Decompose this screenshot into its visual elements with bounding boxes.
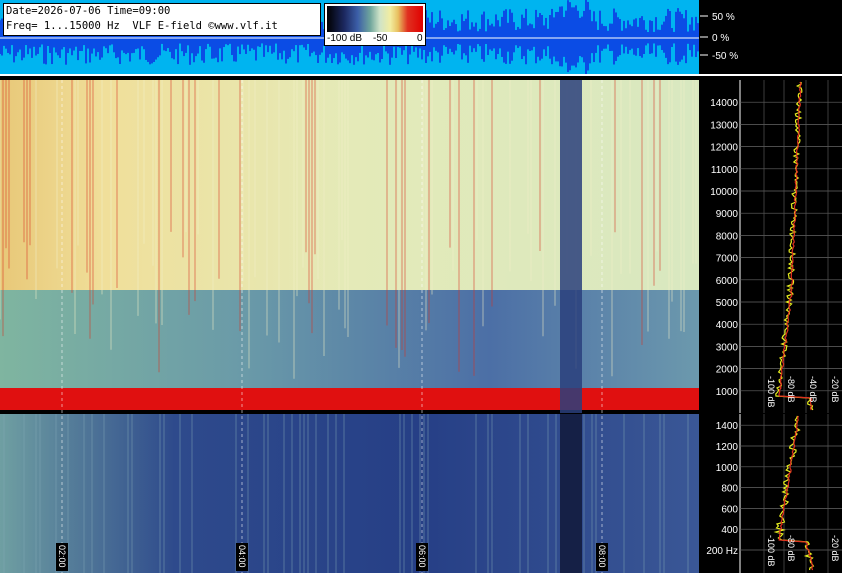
spectrogram-low bbox=[0, 414, 699, 573]
freq-tick-label-low: 600 bbox=[721, 504, 738, 515]
colorbar-gradient bbox=[327, 6, 423, 32]
freq-tick-label: 3000 bbox=[716, 342, 739, 353]
freq-tick-label: 2000 bbox=[716, 365, 739, 376]
freq-tick-label: 12000 bbox=[710, 143, 738, 154]
info-header: Date=2026-07-06 Time=09:00 Freq= 1...150… bbox=[3, 3, 321, 36]
frequency-axis-upper: 1000 2000 3000 4000 5000 6000 7000 8000 9000 1000… bbox=[699, 80, 842, 413]
waveform-tick-label: 50 % bbox=[712, 12, 735, 23]
freq-tick-label: 13000 bbox=[710, 120, 738, 131]
spectrogram-canvas: 50 % 0 % -50 % 100020003000400050006000700… bbox=[0, 0, 842, 573]
freq-tick-label-low: 1000 bbox=[716, 463, 739, 474]
time-label: 06:00 bbox=[417, 545, 427, 568]
colorbar-label-mid: -50 bbox=[373, 33, 388, 44]
freq-tick-label-low: 800 bbox=[721, 484, 738, 495]
freq-tick-label: 11000 bbox=[711, 165, 739, 176]
freq-tick-label: 4000 bbox=[716, 320, 739, 331]
time-label: 08:00 bbox=[597, 545, 607, 568]
waveform-tick-label: -50 % bbox=[712, 51, 738, 62]
spectrogram-full bbox=[0, 80, 699, 413]
freq-tick-label-low: 1200 bbox=[716, 442, 739, 453]
db-tick-upper: -80 dB bbox=[786, 376, 796, 403]
db-tick-lower: -80 dB bbox=[786, 535, 796, 562]
freq-tick-label-low: 400 bbox=[721, 525, 738, 536]
freq-tick-label: 10000 bbox=[710, 187, 738, 198]
freq-label: Freq= 1...15000 Hz VLF E-field ©www.vlf.… bbox=[6, 20, 278, 32]
db-tick-upper: -100 dB bbox=[766, 376, 776, 408]
waveform-tick-label: 0 % bbox=[712, 33, 729, 44]
db-tick-upper: -20 dB bbox=[830, 376, 840, 403]
freq-tick-label: 14000 bbox=[710, 98, 738, 109]
freq-tick-label: 6000 bbox=[716, 276, 739, 287]
freq-tick-label: 8000 bbox=[716, 231, 739, 242]
db-tick-lower: -20 dB bbox=[830, 535, 840, 562]
freq-tick-label-low: 200 Hz bbox=[706, 546, 738, 557]
date-time-label: Date=2026-07-06 Time=09:00 bbox=[6, 5, 171, 17]
freq-tick-label: 1000 bbox=[716, 387, 739, 398]
time-label: 04:00 bbox=[237, 545, 247, 568]
colorbar-legend: -100 dB -50 0 bbox=[324, 3, 426, 46]
colorbar-label-min: -100 dB bbox=[327, 33, 363, 44]
colorbar-label-max: 0 bbox=[417, 33, 423, 44]
freq-tick-label-low: 1400 bbox=[716, 421, 739, 432]
db-tick-lower: -100 dB bbox=[766, 535, 776, 567]
freq-tick-label: 9000 bbox=[716, 209, 739, 220]
time-label: 02:00 bbox=[57, 545, 67, 568]
freq-tick-label: 5000 bbox=[716, 298, 739, 309]
db-tick-upper: -40 dB bbox=[808, 376, 818, 403]
freq-tick-label: 7000 bbox=[716, 254, 739, 265]
